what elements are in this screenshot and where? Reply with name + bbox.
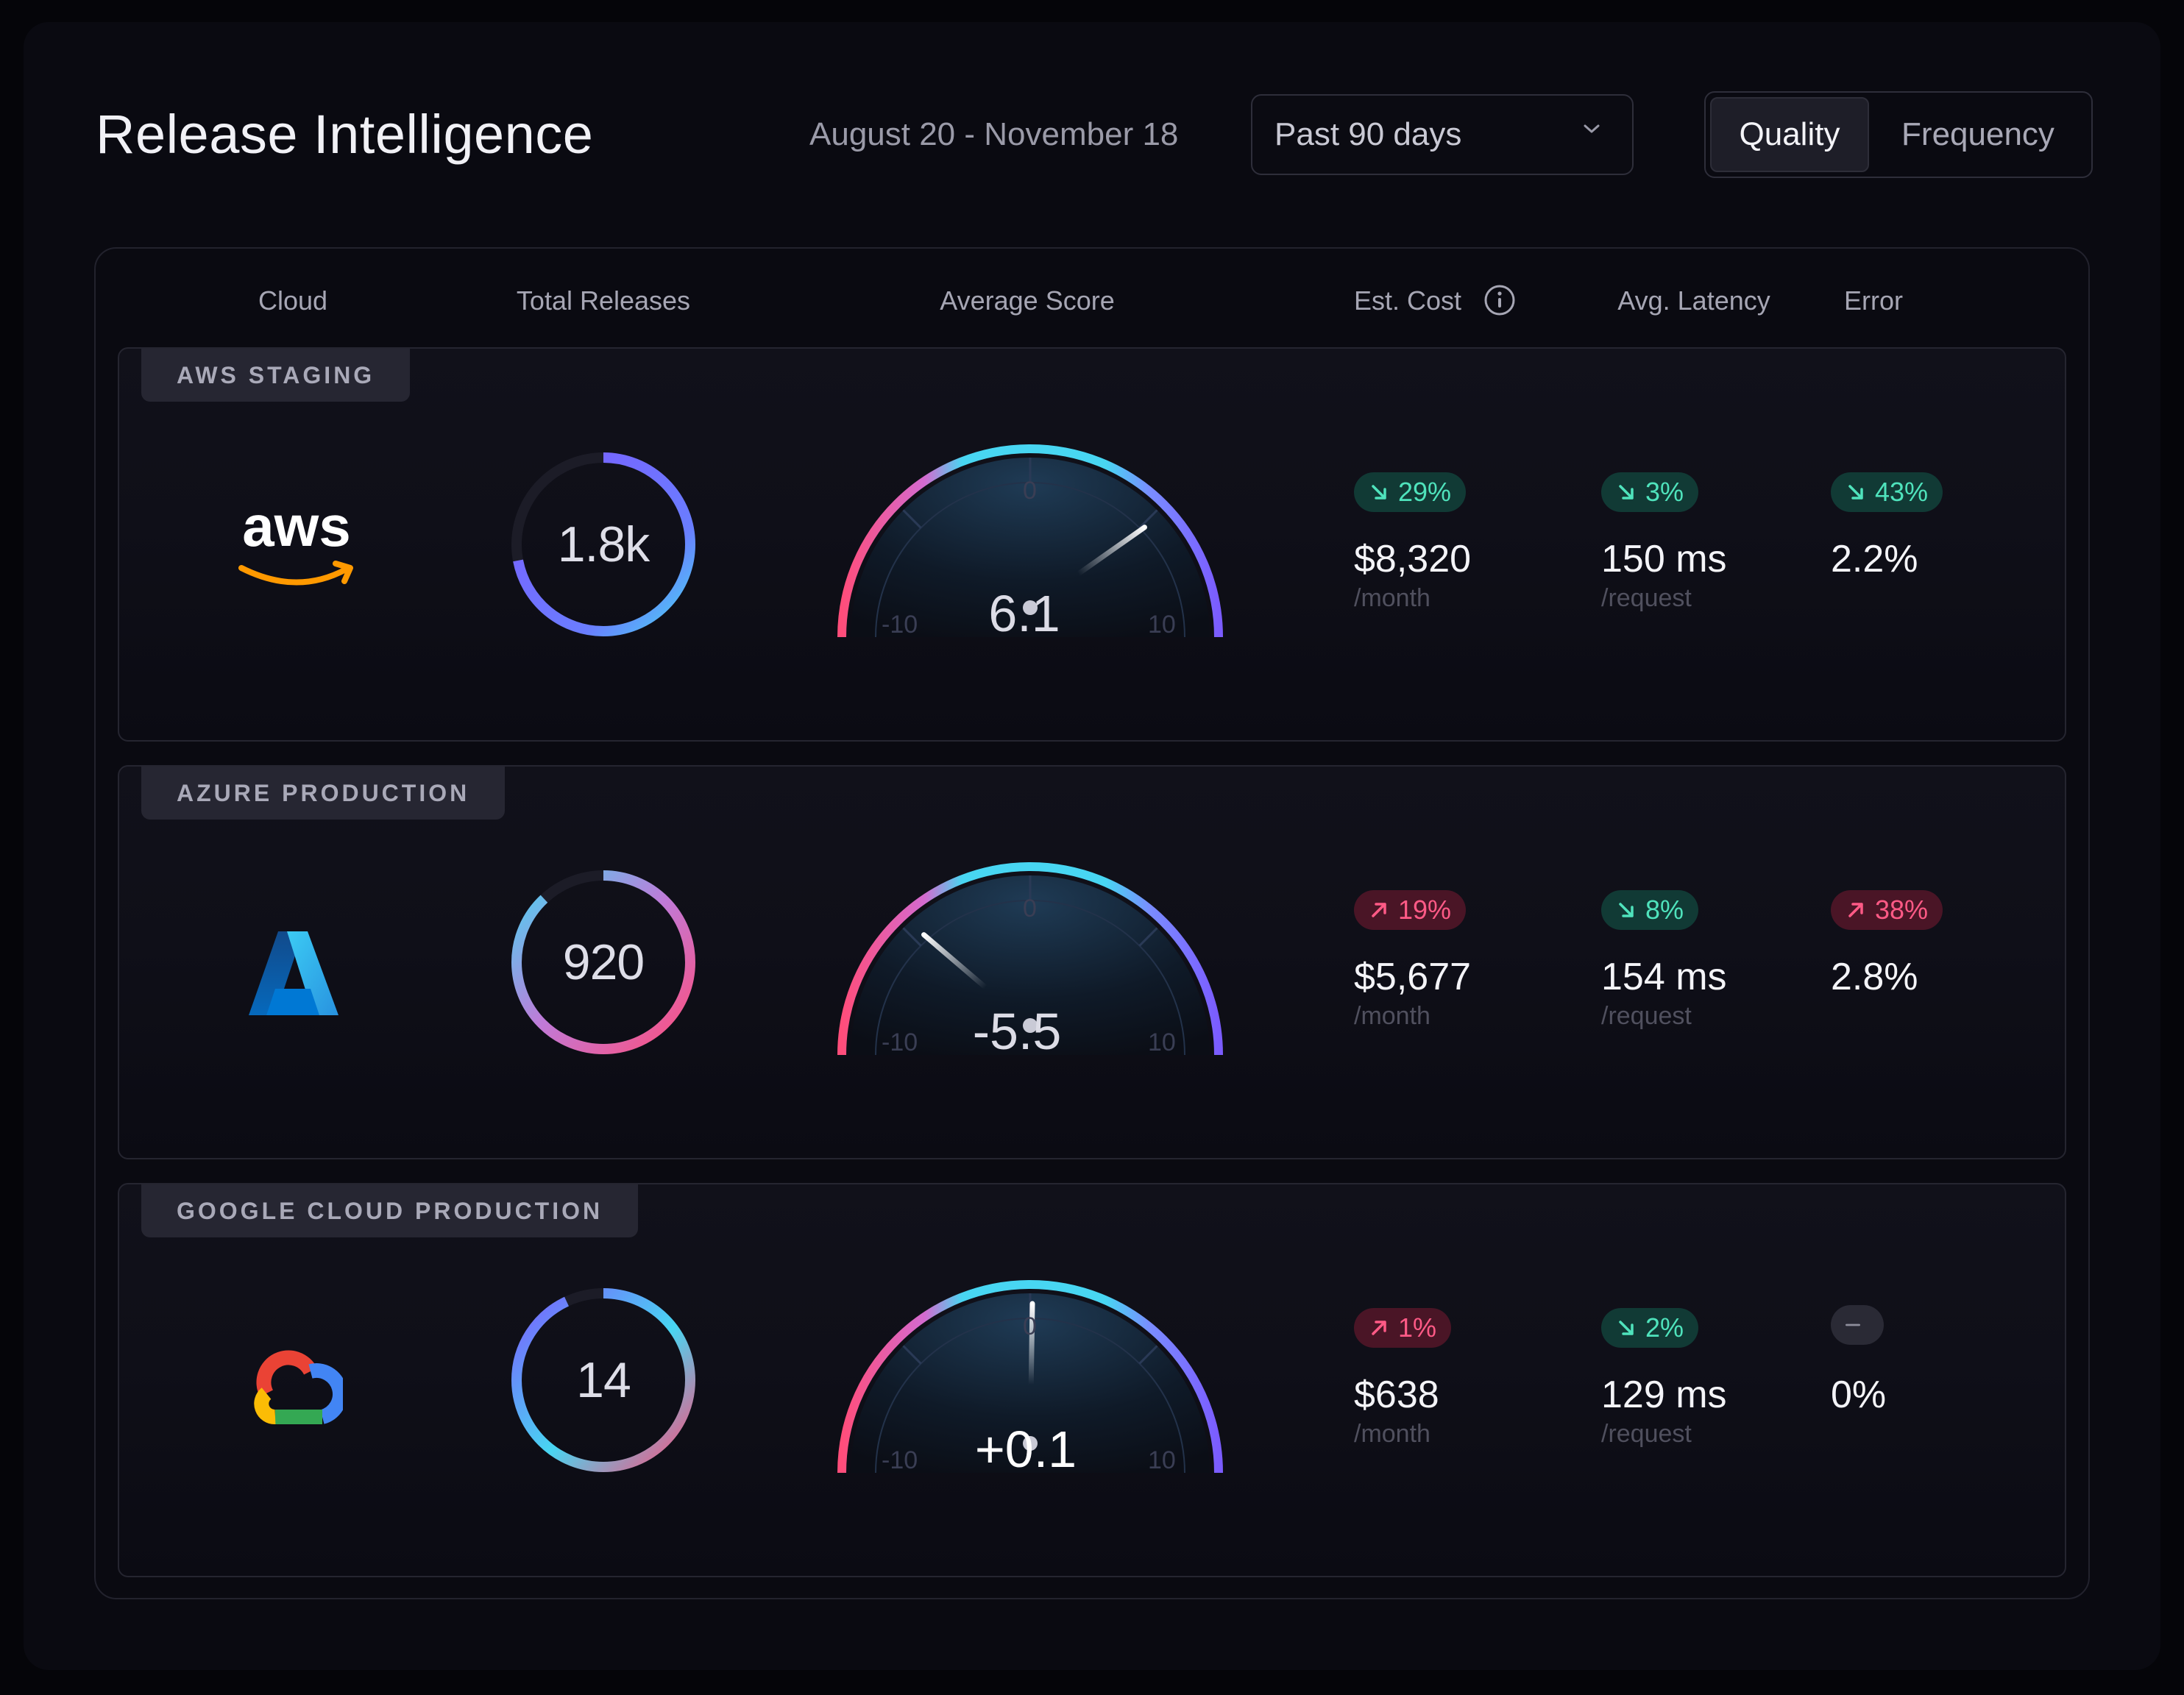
releases-value: 14	[576, 1352, 631, 1408]
cost-change-value: 29%	[1398, 477, 1452, 507]
column-header-avg-latency: Avg. Latency	[1617, 285, 1770, 316]
chevron-down-icon	[1584, 124, 1600, 133]
error-value: 2.8%	[1831, 956, 1918, 998]
score-value: +0.1	[974, 1421, 1077, 1478]
view-toggle: Quality Frequency	[1704, 91, 2093, 178]
releases-value: 1.8k	[557, 516, 650, 572]
error-value: 0%	[1831, 1374, 1887, 1416]
arrow-down-right-icon	[1619, 903, 1634, 917]
arrow-down-right-icon	[1619, 485, 1634, 500]
gauge-mid-label: 0	[1023, 1312, 1037, 1340]
arrow-down-right-icon	[1848, 485, 1863, 500]
period-dropdown[interactable]: Past 90 days	[1251, 94, 1634, 175]
error-value: 2.2%	[1831, 538, 1918, 580]
gauge-max-label: 10	[1148, 1028, 1176, 1056]
gauge-min-label: -10	[882, 1446, 918, 1474]
error-change-badge	[1831, 1305, 1884, 1345]
cost-value: $5,677	[1354, 956, 1472, 998]
error-change-badge: 43%	[1831, 472, 1943, 512]
aws-logo: aws	[234, 494, 359, 596]
latency-value: 129 ms	[1601, 1374, 1727, 1416]
column-header-average-score: Average Score	[940, 285, 1115, 316]
latency-change-value: 2%	[1645, 1312, 1684, 1343]
cost-change-badge: 1%	[1354, 1308, 1452, 1348]
row-tag: AWS STAGING	[141, 349, 411, 402]
minus-icon	[1846, 1323, 1860, 1326]
latency-change-badge: 8%	[1601, 890, 1699, 930]
arrow-up-right-icon	[1848, 903, 1863, 917]
azure-logo	[246, 928, 341, 1018]
latency-unit: /request	[1601, 1420, 1692, 1448]
gauge-mid-label: 0	[1023, 895, 1037, 923]
cost-unit: /month	[1354, 584, 1430, 612]
score-value: -5.5	[972, 1003, 1062, 1060]
column-header-cloud: Cloud	[258, 285, 328, 316]
column-header-est-cost: Est. Cost	[1354, 285, 1516, 316]
gauge-max-label: 10	[1148, 611, 1176, 639]
aws-logo-text: aws	[242, 500, 350, 558]
latency-value: 150 ms	[1601, 538, 1727, 580]
arrow-down-right-icon	[1372, 485, 1386, 500]
cost-change-value: 19%	[1398, 895, 1452, 925]
gauge-min-label: -10	[882, 611, 918, 639]
latency-change-value: 3%	[1645, 477, 1684, 507]
row-tag: AZURE PRODUCTION	[141, 767, 506, 820]
google-cloud-logo	[246, 1349, 347, 1427]
column-header-error: Error	[1844, 285, 1903, 316]
arrow-up-right-icon	[1372, 903, 1386, 917]
column-header-est-cost-label: Est. Cost	[1354, 285, 1462, 316]
cost-value: $638	[1354, 1374, 1439, 1416]
latency-unit: /request	[1601, 584, 1692, 612]
gauge-mid-label: 0	[1023, 477, 1037, 505]
page-title: Release Intelligence	[96, 104, 594, 165]
releases-ring-google: 14	[508, 1284, 699, 1476]
latency-value: 154 ms	[1601, 956, 1727, 998]
cost-change-badge: 29%	[1354, 472, 1467, 512]
error-change-value: 38%	[1875, 895, 1929, 925]
cost-value: $8,320	[1354, 538, 1472, 580]
gauge-max-label: 10	[1148, 1446, 1176, 1474]
latency-change-value: 8%	[1645, 895, 1684, 925]
cost-change-badge: 19%	[1354, 890, 1467, 930]
info-icon[interactable]	[1483, 284, 1516, 316]
cost-unit: /month	[1354, 1002, 1430, 1030]
arrow-down-right-icon	[1619, 1321, 1634, 1335]
releases-ring-azure: 920	[508, 867, 699, 1058]
tab-frequency[interactable]: Frequency	[1869, 97, 2087, 172]
cost-unit: /month	[1354, 1420, 1430, 1448]
row-tag: GOOGLE CLOUD PRODUCTION	[141, 1184, 639, 1237]
score-value: 6.1	[988, 585, 1060, 642]
date-range-label: August 20 - November 18	[809, 116, 1179, 152]
latency-unit: /request	[1601, 1002, 1692, 1030]
error-change-value: 43%	[1875, 477, 1929, 507]
releases-ring-aws: 1.8k	[508, 449, 699, 640]
latency-change-badge: 3%	[1601, 472, 1699, 512]
column-header-total-releases: Total Releases	[516, 285, 691, 316]
releases-value: 920	[562, 934, 645, 990]
arrow-up-right-icon	[1372, 1321, 1386, 1335]
latency-change-badge: 2%	[1601, 1308, 1699, 1348]
tab-quality[interactable]: Quality	[1710, 97, 1869, 172]
cost-change-value: 1%	[1398, 1312, 1437, 1343]
period-dropdown-value: Past 90 days	[1274, 116, 1462, 152]
error-change-badge: 38%	[1831, 890, 1943, 930]
